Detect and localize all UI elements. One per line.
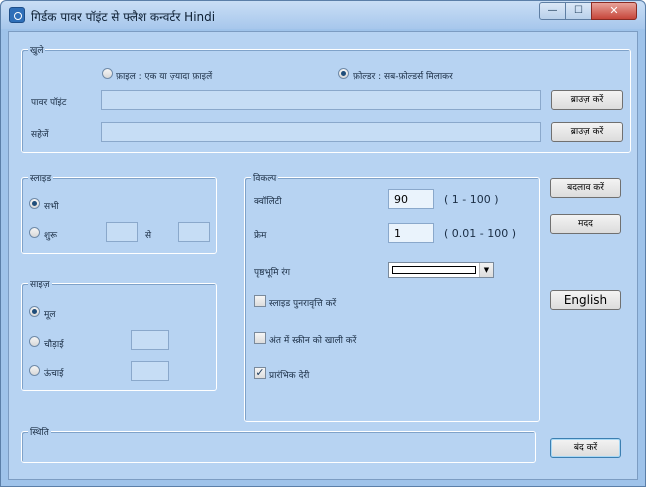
english-button[interactable]: English <box>550 290 621 310</box>
repeat-slides-checkbox[interactable] <box>254 295 266 307</box>
original-size-radio[interactable] <box>29 306 40 317</box>
powerpoint-path-field[interactable] <box>101 90 541 110</box>
from-slides-label[interactable]: शुरू <box>44 228 57 241</box>
slides-group: स्लाइड सभी शुरू से <box>21 171 217 254</box>
width-label[interactable]: चौड़ाई <box>44 337 64 350</box>
from-slides-radio[interactable] <box>29 227 40 238</box>
quality-field[interactable]: 90 <box>388 189 434 209</box>
close-window-button[interactable]: ✕ <box>591 2 637 20</box>
close-button[interactable]: बंद करें <box>550 438 621 458</box>
open-group-legend: खुले <box>28 43 46 56</box>
open-group: खुले फ़ाइल : एक या ज़्यादा फ़ाइलें फ़ोल्… <box>21 43 631 153</box>
chevron-down-icon[interactable]: ▼ <box>479 263 493 277</box>
maximize-button[interactable]: ☐ <box>565 2 592 20</box>
app-icon <box>9 7 25 23</box>
from-slide-field[interactable] <box>106 222 138 242</box>
title-bar[interactable]: गिर्डक पावर पॉइंट से फ्लैश कन्वर्टर Hind… <box>1 1 645 29</box>
to-label: से <box>145 231 152 241</box>
height-label[interactable]: ऊंचाई <box>44 366 64 379</box>
main-window: गिर्डक पावर पॉइंट से फ्लैश कन्वर्टर Hind… <box>0 0 646 487</box>
folder-radio[interactable] <box>338 68 349 79</box>
clear-screen-label[interactable]: अंत में स्क्रीन को खाली करें <box>269 333 356 346</box>
save-label: सहेजें <box>31 130 49 140</box>
to-slide-field[interactable] <box>178 222 210 242</box>
initial-delay-label[interactable]: प्रारंभिक देरी <box>269 368 309 381</box>
quality-label: क्वॉलिटी <box>254 197 282 207</box>
all-slides-label[interactable]: सभी <box>44 199 59 212</box>
width-radio[interactable] <box>29 336 40 347</box>
frame-value: 1 <box>394 227 401 240</box>
convert-button[interactable]: बदलाव करें <box>550 178 621 198</box>
minimize-button[interactable]: — <box>539 2 566 20</box>
original-size-label[interactable]: मूल <box>44 307 55 320</box>
window-title: गिर्डक पावर पॉइंट से फ्लैश कन्वर्टर Hind… <box>31 10 216 24</box>
file-radio-label[interactable]: फ़ाइल : एक या ज़्यादा फ़ाइलें <box>116 69 212 82</box>
height-field[interactable] <box>131 361 169 381</box>
clear-screen-checkbox[interactable] <box>254 332 266 344</box>
quality-value: 90 <box>394 193 408 206</box>
all-slides-radio[interactable] <box>29 198 40 209</box>
frame-label: फ्रेम <box>254 231 267 241</box>
repeat-slides-label[interactable]: स्लाइड पुनरावृत्ति करें <box>269 296 336 309</box>
folder-radio-label[interactable]: फ़ोल्डर : सब-फ़ोल्डर्स मिलाकर <box>353 69 453 82</box>
file-radio[interactable] <box>102 68 113 79</box>
frame-field[interactable]: 1 <box>388 223 434 243</box>
frame-range: ( 0.01 - 100 ) <box>444 227 517 240</box>
options-group-legend: विकल्प <box>251 171 279 184</box>
size-group-legend: साइज़ <box>28 277 52 290</box>
bg-color-label: पृष्ठभूमि रंग <box>254 268 291 278</box>
browse-save-button[interactable]: ब्राउज़ करें <box>551 122 623 142</box>
help-button[interactable]: मदद <box>550 214 621 234</box>
size-group: साइज़ मूल चौड़ाई ऊंचाई <box>21 277 217 391</box>
status-group: स्थिति <box>21 425 536 463</box>
bg-color-swatch <box>392 266 476 274</box>
powerpoint-label: पावर पॉइंट <box>31 98 67 108</box>
save-path-field[interactable] <box>101 122 541 142</box>
height-radio[interactable] <box>29 365 40 376</box>
slides-group-legend: स्लाइड <box>28 171 54 184</box>
initial-delay-checkbox[interactable]: ✓ <box>254 367 266 379</box>
width-field[interactable] <box>131 330 169 350</box>
client-area: खुले फ़ाइल : एक या ज़्यादा फ़ाइलें फ़ोल्… <box>8 31 638 480</box>
browse-powerpoint-button[interactable]: ब्राउज़ करें <box>551 90 623 110</box>
status-group-legend: स्थिति <box>28 425 51 438</box>
quality-range: ( 1 - 100 ) <box>444 193 499 206</box>
bg-color-dropdown[interactable]: ▼ <box>388 262 494 278</box>
options-group: विकल्प क्वॉलिटी 90 ( 1 - 100 ) फ्रेम 1 (… <box>244 171 540 422</box>
